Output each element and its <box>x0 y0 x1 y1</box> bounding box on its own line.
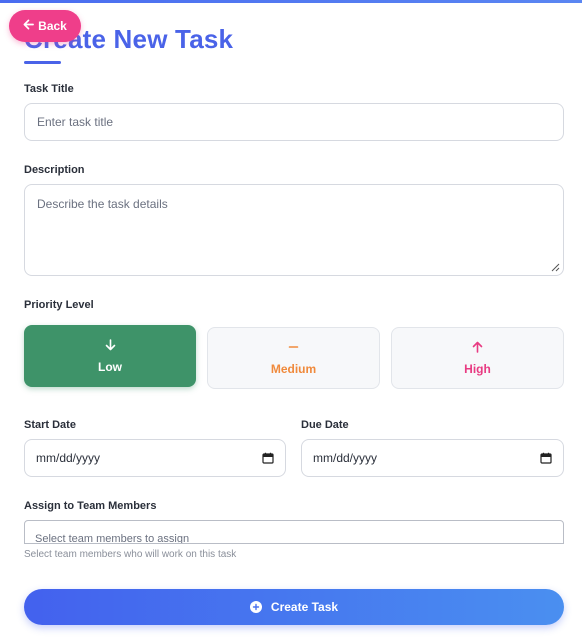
calendar-icon[interactable] <box>540 452 552 464</box>
minus-icon <box>288 341 299 355</box>
priority-low-label: Low <box>98 359 122 374</box>
create-task-button[interactable]: Create Task <box>24 589 564 625</box>
start-date-label: Start Date <box>24 419 76 431</box>
due-date-label: Due Date <box>301 419 349 431</box>
resize-handle-icon[interactable] <box>550 262 560 272</box>
priority-option-low[interactable]: Low <box>24 325 196 387</box>
create-task-page: Back Create New Task Task Title Enter ta… <box>0 0 582 638</box>
arrow-up-icon <box>472 341 483 355</box>
arrow-down-icon <box>105 338 116 353</box>
back-button-label: Back <box>38 19 67 33</box>
priority-high-label: High <box>464 361 491 376</box>
priority-option-high[interactable]: High <box>391 327 564 389</box>
top-accent-bar <box>0 0 582 3</box>
description-textarea[interactable]: Describe the task details <box>24 184 564 276</box>
start-date-input[interactable]: mm/dd/yyyy <box>24 439 286 477</box>
back-button[interactable]: Back <box>9 10 81 42</box>
plus-circle-icon <box>249 601 262 613</box>
priority-medium-label: Medium <box>270 361 317 376</box>
title-underline <box>24 61 61 64</box>
calendar-icon[interactable] <box>262 452 274 464</box>
assign-label: Assign to Team Members <box>24 500 157 512</box>
start-date-value: mm/dd/yyyy <box>36 451 101 465</box>
task-title-placeholder: Enter task title <box>37 115 114 129</box>
assign-members-select[interactable]: Select team members to assign <box>24 520 564 544</box>
due-date-input[interactable]: mm/dd/yyyy <box>301 439 564 477</box>
due-date-value: mm/dd/yyyy <box>313 451 378 465</box>
description-placeholder: Describe the task details <box>37 197 168 211</box>
description-label: Description <box>24 164 85 176</box>
create-task-label: Create Task <box>270 600 339 614</box>
task-title-label: Task Title <box>24 83 74 95</box>
assign-placeholder: Select team members to assign <box>35 533 190 544</box>
priority-label: Priority Level <box>24 299 94 311</box>
arrow-left-icon <box>23 19 35 33</box>
assign-helper-text: Select team members who will work on thi… <box>24 549 237 560</box>
task-title-input[interactable]: Enter task title <box>24 103 564 141</box>
priority-option-medium[interactable]: Medium <box>207 327 380 389</box>
